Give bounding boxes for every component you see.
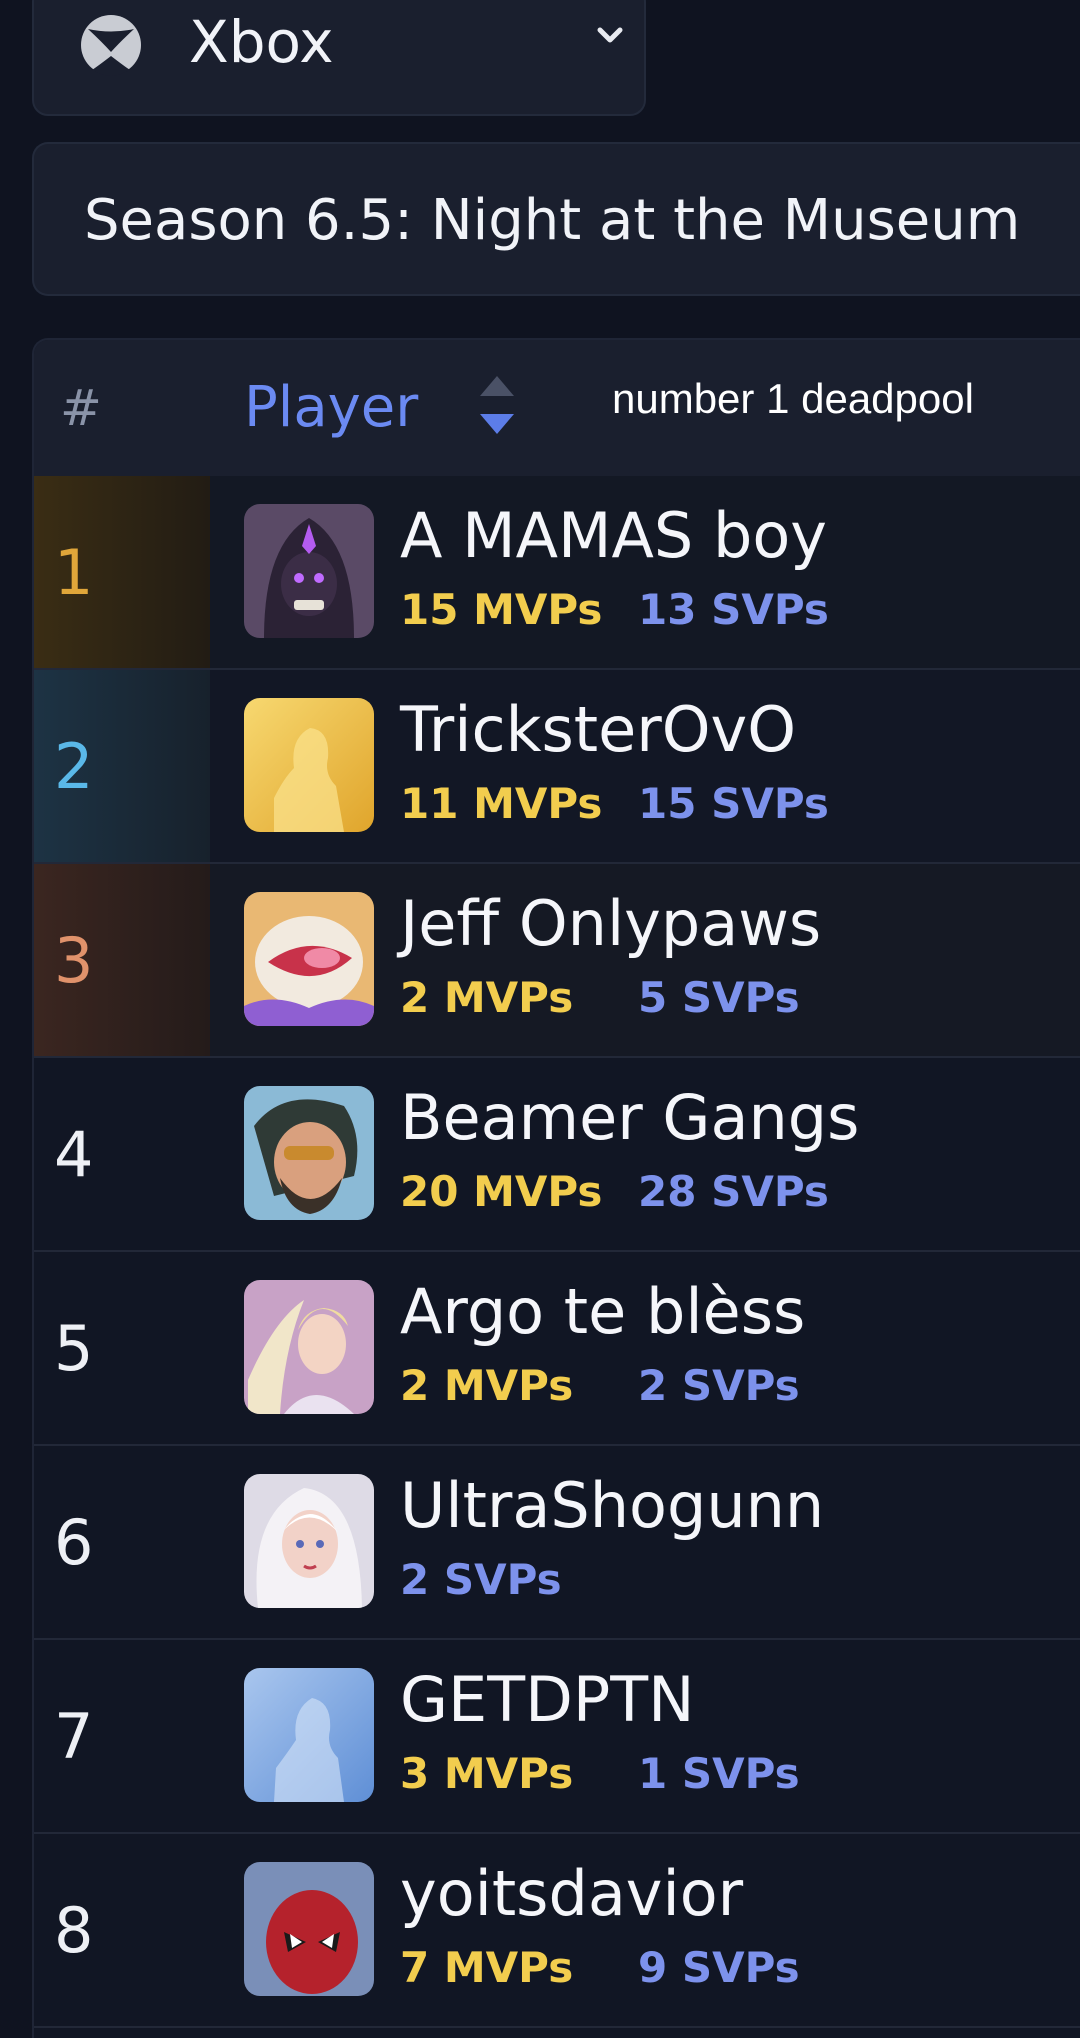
player-name[interactable]: Argo te blèss [400,1274,805,1350]
rank-column-header: # [60,379,102,437]
player-stats: 2 SVPs [400,1554,562,1606]
mvp-count: 3 MVPs [400,1749,574,1798]
red-masked-hero-avatar [244,1862,374,1996]
hooded-hero-avatar [244,504,374,638]
player-name[interactable]: Beamer Gangs [400,1080,859,1156]
table-row[interactable]: 1 A MAMAS boy 15 MVPs 13 SVPs [34,476,1080,670]
player-name[interactable]: UltraShogunn [400,1468,824,1544]
player-stats: 11 MVPs 15 SVPs [400,778,829,830]
rank-number: 3 [54,924,94,997]
player-name[interactable]: Jeff Onlypaws [400,886,821,962]
jeff-shark-avatar [244,892,374,1026]
rank-cell: 7 [34,1640,210,1832]
player-stats: 7 MVPs 9 SVPs [400,1942,800,1994]
table-row[interactable]: 3 Jeff Onlypaws 2 MVPs 5 SVPs [34,864,1080,1058]
player-stats: 15 MVPs 13 SVPs [400,584,829,636]
winged-heroine-avatar [244,1280,374,1414]
rank-number: 8 [54,1894,94,1967]
mvp-count: 7 MVPs [400,1943,574,1992]
platform-select[interactable]: Xbox [32,0,646,116]
svp-count: 28 SVPs [638,1167,829,1216]
svp-count: 2 SVPs [400,1555,562,1604]
table-row[interactable]: 6 UltraShogunn 2 SVPs [34,1446,1080,1640]
gold-silhouette-avatar [244,698,374,832]
xbox-logo-icon [81,15,141,76]
table-row[interactable]: 5 Argo te blèss 2 MVPs 2 SVPs [34,1252,1080,1446]
rank-cell: 6 [34,1446,210,1638]
svp-count: 1 SVPs [638,1749,800,1798]
rank-number: 2 [54,730,94,803]
player-stats: 20 MVPs 28 SVPs [400,1166,829,1218]
svp-count: 13 SVPs [638,585,829,634]
sort-icon[interactable] [474,372,520,438]
rank-number: 1 [54,536,94,609]
svp-count: 2 SVPs [638,1361,800,1410]
player-name[interactable]: TricksterOvO [400,692,796,768]
player-stats: 2 MVPs 2 SVPs [400,1360,800,1412]
leaderboard-table: # Player 1 A MAMAS boy 15 MVPs 13 SVPs 2 … [32,338,1080,2038]
table-row[interactable]: 8 yoitsdavior 7 MVPs 9 SVPs [34,1834,1080,2028]
svp-count: 9 SVPs [638,1943,800,1992]
mvp-count: 20 MVPs [400,1167,603,1216]
rank-number: 5 [54,1312,94,1385]
player-column-header[interactable]: Player [244,374,418,442]
rank-cell: 1 [34,476,210,668]
rank-cell: 3 [34,864,210,1056]
svp-count: 15 SVPs [638,779,829,828]
player-name[interactable]: A MAMAS boy [400,498,827,574]
rank-number: 7 [54,1700,94,1773]
blue-silhouette-avatar [244,1668,374,1802]
rank-cell: 4 [34,1058,210,1250]
player-stats: 3 MVPs 1 SVPs [400,1748,800,1800]
season-select[interactable]: Season 6.5: Night at the Museum [32,142,1080,296]
player-name[interactable]: GETDPTN [400,1662,694,1738]
white-haired-heroine-avatar [244,1474,374,1608]
chevron-down-icon [597,27,623,43]
mvp-count: 2 MVPs [400,1361,574,1410]
player-name[interactable]: yoitsdavior [400,1856,743,1932]
player-stats: 2 MVPs 5 SVPs [400,972,800,1024]
mvp-count: 15 MVPs [400,585,603,634]
rank-cell: 8 [34,1834,210,2026]
rank-number: 4 [54,1118,94,1191]
season-label: Season 6.5: Night at the Museum [84,188,1021,253]
mvp-count: 2 MVPs [400,973,574,1022]
mvp-count: 11 MVPs [400,779,603,828]
table-row[interactable]: 2 TricksterOvO 11 MVPs 15 SVPs [34,670,1080,864]
table-row[interactable]: 4 Beamer Gangs 20 MVPs 28 SVPs [34,1058,1080,1252]
platform-label: Xbox [189,8,334,76]
table-row[interactable]: 7 GETDPTN 3 MVPs 1 SVPs [34,1640,1080,1834]
bearded-hero-avatar [244,1086,374,1220]
rank-number: 6 [54,1506,94,1579]
rank-cell: 2 [34,670,210,862]
svp-count: 5 SVPs [638,973,800,1022]
rank-cell: 5 [34,1252,210,1444]
caption-overlay: number 1 deadpool [612,375,974,422]
